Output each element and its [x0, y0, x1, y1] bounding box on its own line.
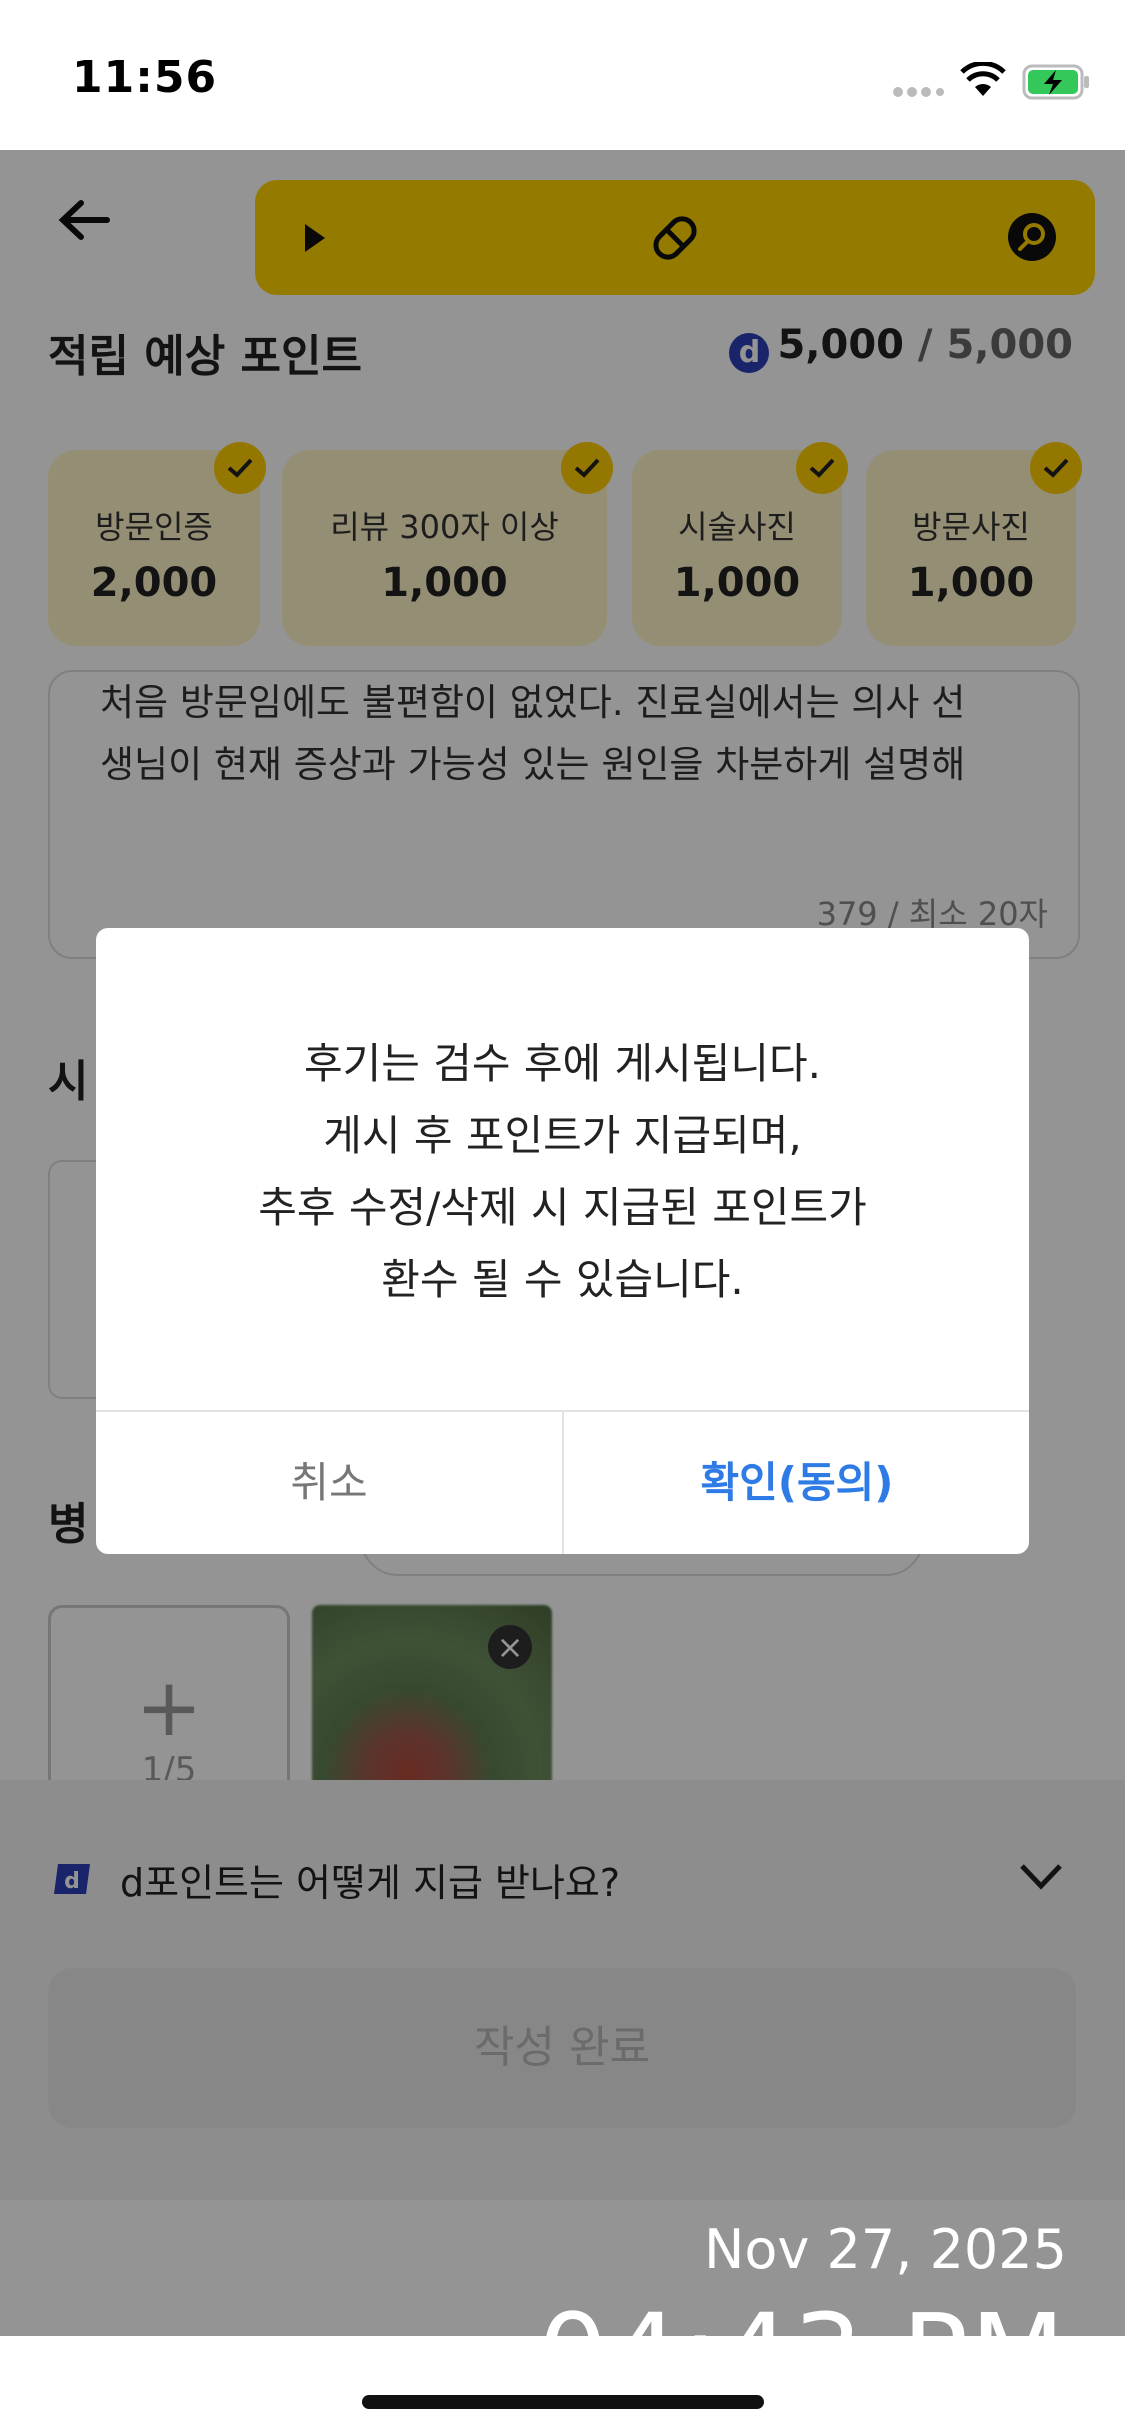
- home-area: [0, 2336, 1125, 2436]
- wifi-icon: [960, 62, 1006, 96]
- home-indicator[interactable]: [362, 2395, 764, 2409]
- dialog-line: 후기는 검수 후에 게시됩니다.: [303, 1039, 822, 1088]
- confirm-dialog: 후기는 검수 후에 게시됩니다. 게시 후 포인트가 지급되며, 추후 수정/삭…: [96, 928, 1029, 1554]
- dialog-message: 후기는 검수 후에 게시됩니다. 게시 후 포인트가 지급되며, 추후 수정/삭…: [96, 1028, 1029, 1316]
- dialog-line: 게시 후 포인트가 지급되며,: [323, 1111, 802, 1160]
- cellular-icon: [893, 87, 944, 97]
- confirm-button[interactable]: 확인(동의): [564, 1412, 1029, 1554]
- watermark-date: Nov 27, 2025: [703, 2218, 1067, 2281]
- dialog-line: 환수 될 수 있습니다.: [381, 1255, 744, 1304]
- status-time: 11:56: [72, 52, 218, 103]
- battery-charging-icon: [1022, 64, 1089, 100]
- dialog-line: 추후 수정/삭제 시 지급된 포인트가: [258, 1183, 867, 1232]
- cancel-button[interactable]: 취소: [96, 1412, 562, 1554]
- status-bar: 11:56: [0, 0, 1125, 150]
